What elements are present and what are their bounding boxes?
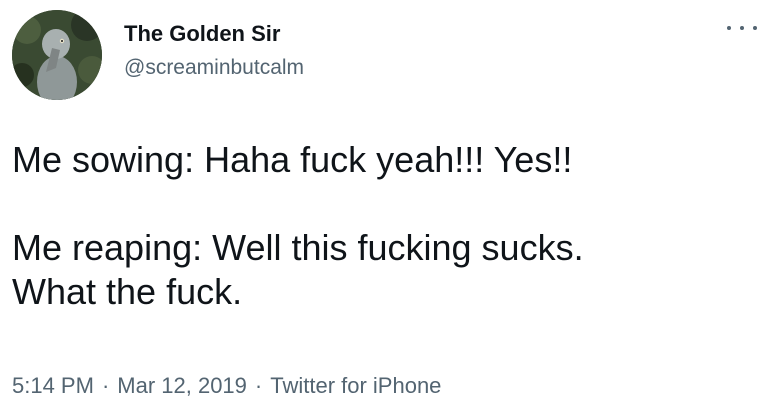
meta-separator: ·: [101, 373, 110, 398]
author-names: The Golden Sir @screaminbutcalm: [124, 20, 304, 82]
tweet-text: Me sowing: Haha fuck yeah!!! Yes!! Me re…: [12, 138, 755, 314]
tweet-source[interactable]: Twitter for iPhone: [270, 373, 441, 398]
shoebill-bird-avatar-icon: [12, 10, 102, 100]
tweet-text-line: Me reaping: Well this fucking sucks.: [12, 227, 584, 268]
tweet-card: The Golden Sir @screaminbutcalm Me sowin…: [0, 0, 767, 411]
tweet-header: The Golden Sir @screaminbutcalm: [12, 10, 755, 100]
tweet-text-line: What the fuck.: [12, 271, 243, 312]
tweet-text-line: Me sowing: Haha fuck yeah!!! Yes!!: [12, 139, 573, 180]
avatar[interactable]: [12, 10, 102, 100]
display-name[interactable]: The Golden Sir: [124, 20, 304, 48]
tweet-meta: 5:14 PM · Mar 12, 2019 · Twitter for iPhone: [12, 372, 441, 400]
more-icon[interactable]: [727, 18, 757, 38]
tweet-date[interactable]: Mar 12, 2019: [117, 373, 247, 398]
tweet-time[interactable]: 5:14 PM: [12, 373, 94, 398]
meta-separator: ·: [254, 373, 263, 398]
user-handle[interactable]: @screaminbutcalm: [124, 54, 304, 82]
